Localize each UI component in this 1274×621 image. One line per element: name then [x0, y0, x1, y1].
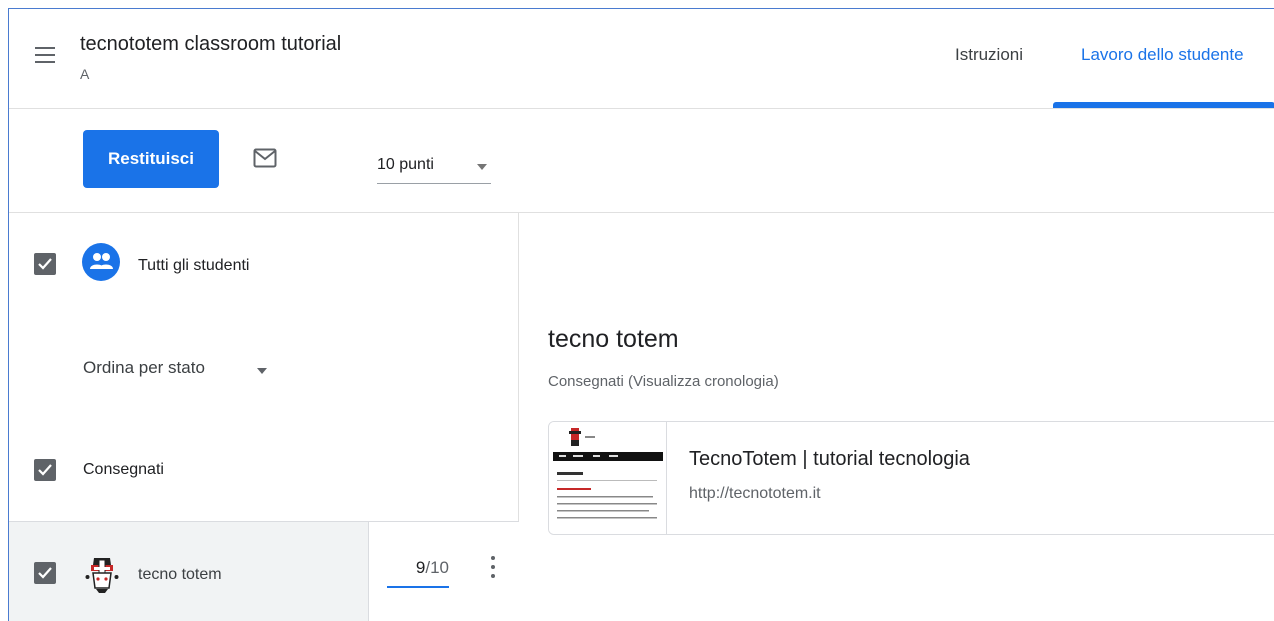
return-button[interactable]: Restituisci — [83, 130, 219, 188]
points-select[interactable]: 10 punti — [377, 154, 491, 184]
attachment-thumbnail — [549, 422, 667, 534]
attachment-card[interactable]: TecnoTotem | tutorial tecnologia http://… — [548, 421, 1274, 535]
hamburger-menu-icon[interactable] — [35, 47, 55, 63]
student-list-panel: Tutti gli studenti Ordina per stato Cons… — [9, 213, 519, 621]
email-icon[interactable] — [253, 148, 277, 168]
grade-cell: 9/10 — [368, 522, 519, 621]
section-checkbox[interactable] — [34, 459, 56, 481]
tab-lavoro-studente[interactable]: Lavoro dello studente — [1081, 45, 1244, 65]
submission-status[interactable]: Consegnati (Visualizza cronologia) — [548, 373, 779, 390]
tab-istruzioni[interactable]: Istruzioni — [955, 45, 1023, 65]
grading-toolbar: Restituisci 10 punti — [9, 109, 1274, 213]
attachment-title[interactable]: TecnoTotem | tutorial tecnologia — [689, 448, 970, 471]
student-name: tecno totem — [138, 566, 222, 583]
sort-dropdown[interactable]: Ordina per stato — [83, 358, 283, 382]
active-tab-indicator — [1053, 102, 1274, 108]
dropdown-arrow-icon — [257, 368, 267, 374]
grade-input[interactable]: 9/10 — [387, 558, 449, 588]
section-handed-in-label: Consegnati — [83, 461, 164, 478]
all-students-label[interactable]: Tutti gli studenti — [138, 257, 249, 275]
group-icon — [82, 243, 120, 281]
selected-student-name: tecno totem — [548, 325, 679, 353]
class-section: A — [80, 66, 90, 82]
class-title[interactable]: tecnototem classroom tutorial — [80, 33, 341, 56]
points-value: 10 punti — [377, 156, 434, 173]
grade-value: 9 — [415, 558, 426, 577]
student-work-panel: tecno totem Consegnati (Visualizza crono… — [520, 213, 1274, 621]
attachment-url: http://tecnototem.it — [689, 485, 821, 502]
select-all-checkbox[interactable] — [34, 253, 56, 275]
more-vert-icon[interactable] — [489, 556, 497, 586]
student-row[interactable]: tecno totem 9/10 — [9, 521, 519, 621]
app-window: tecnototem classroom tutorial A Istruzio… — [8, 8, 1274, 621]
student-checkbox[interactable] — [34, 562, 56, 584]
dropdown-arrow-icon — [477, 164, 487, 170]
sort-label: Ordina per stato — [83, 358, 205, 377]
student-avatar — [85, 555, 119, 595]
grade-max: /10 — [425, 558, 449, 577]
top-bar: tecnototem classroom tutorial A Istruzio… — [9, 9, 1274, 109]
